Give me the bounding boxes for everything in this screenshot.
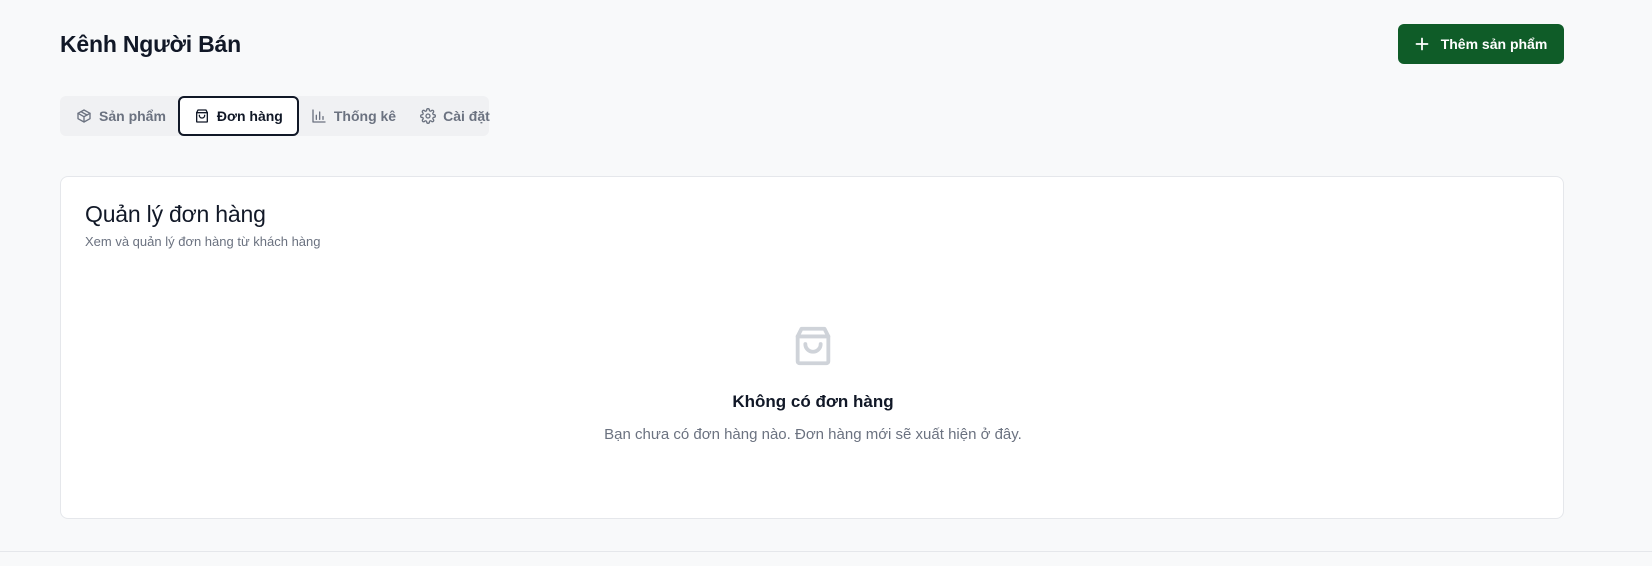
shopping-bag-icon [790, 323, 836, 374]
page-title: Kênh Người Bán [60, 31, 241, 57]
tab-settings[interactable]: Cài đặt [408, 96, 502, 136]
gear-icon [420, 108, 437, 124]
tab-list: Sản phẩm Đơn hàng Thống kê Cài đặt [60, 96, 490, 136]
plus-icon [1415, 37, 1429, 51]
card-title: Quản lý đơn hàng [85, 201, 266, 227]
empty-state-description: Bạn chưa có đơn hàng nào. Đơn hàng mới s… [604, 426, 1022, 443]
shopping-bag-icon [194, 108, 210, 124]
empty-state: Không có đơn hàng Bạn chưa có đơn hàng n… [61, 323, 1565, 443]
seller-dashboard: Kênh Người Bán Thêm sản phẩm Sản phẩm Đơ… [0, 0, 1652, 566]
tab-label: Thống kê [333, 108, 397, 124]
tab-products[interactable]: Sản phẩm [64, 96, 178, 136]
add-product-button[interactable]: Thêm sản phẩm [1398, 24, 1564, 64]
tab-statistics[interactable]: Thống kê [299, 96, 408, 136]
tab-label: Sản phẩm [99, 108, 166, 124]
empty-state-title: Không có đơn hàng [732, 392, 894, 411]
tab-label: Cài đặt [443, 108, 490, 124]
package-icon [76, 108, 92, 124]
tab-orders[interactable]: Đơn hàng [177, 96, 299, 136]
tab-label: Đơn hàng [216, 108, 283, 124]
orders-card: Quản lý đơn hàng Xem và quản lý đơn hàng… [60, 176, 1564, 519]
add-product-label: Thêm sản phẩm [1440, 36, 1548, 52]
bar-chart-icon [311, 108, 327, 124]
card-subtitle: Xem và quản lý đơn hàng từ khách hàng [85, 234, 321, 249]
divider [0, 551, 1652, 552]
